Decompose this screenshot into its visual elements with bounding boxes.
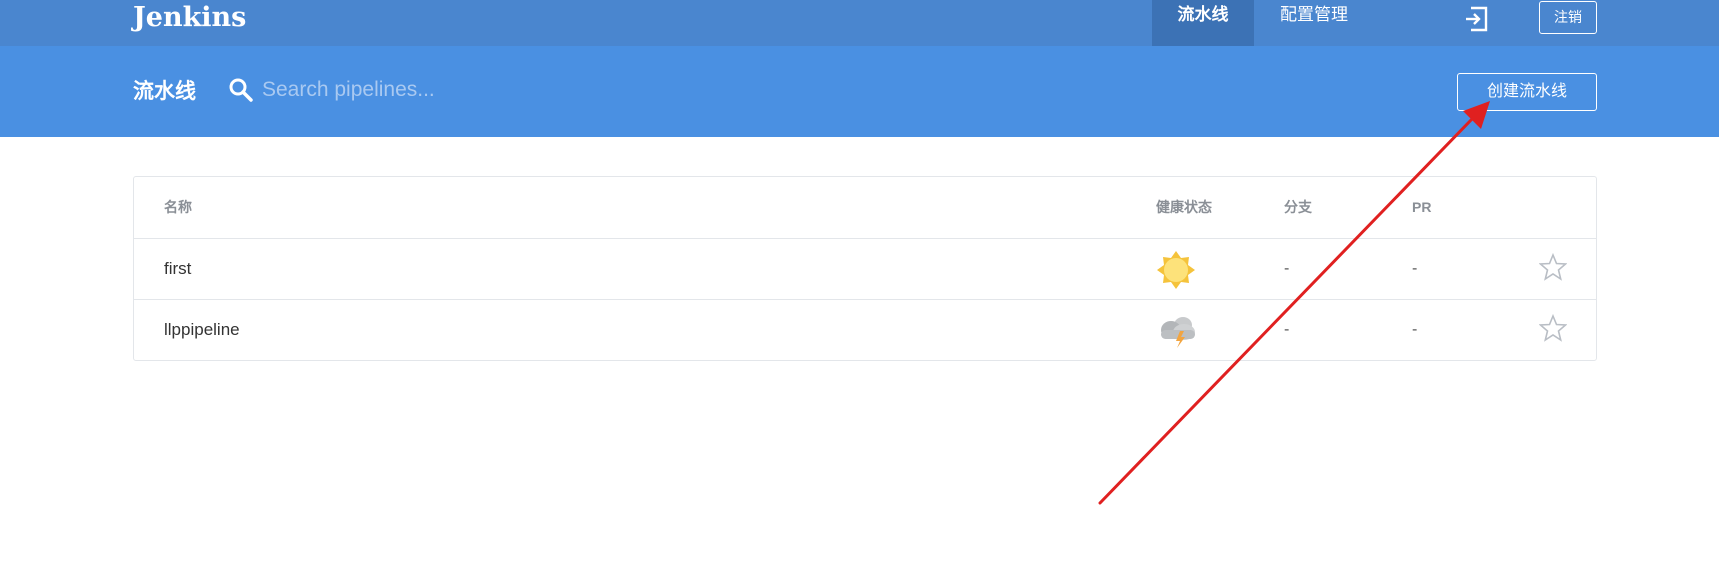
branch-count: - (1284, 260, 1290, 277)
pipeline-name-link[interactable]: llppipeline (164, 300, 240, 360)
table-row[interactable]: llppipeline - - (134, 299, 1596, 360)
table-row[interactable]: first - - (134, 238, 1596, 299)
top-navigation-bar: Jenkins 流水线 配置管理 注销 (0, 0, 1719, 46)
logout-icon[interactable] (1462, 4, 1492, 34)
search-input[interactable] (262, 73, 602, 107)
sunny-icon (1157, 251, 1195, 289)
branch-count: - (1284, 321, 1290, 338)
pr-count: - (1412, 260, 1418, 277)
column-header-branches[interactable]: 分支 (1284, 177, 1312, 237)
stormy-icon (1161, 317, 1195, 348)
page-header: 流水线 创建流水线 (0, 46, 1719, 137)
column-header-health[interactable]: 健康状态 (1156, 177, 1212, 237)
column-header-pr[interactable]: PR (1412, 177, 1431, 237)
table-header-row: 名称 健康状态 分支 PR (134, 177, 1596, 238)
page-title: 流水线 (133, 80, 196, 103)
pr-count: - (1412, 321, 1418, 338)
tab-configuration[interactable]: 配置管理 (1270, 0, 1390, 46)
tab-pipelines[interactable]: 流水线 (1152, 0, 1254, 46)
favorite-star-icon[interactable] (1539, 253, 1567, 281)
pipelines-table: 名称 健康状态 分支 PR first - - llppipeline - - (133, 176, 1597, 361)
jenkins-logo[interactable]: Jenkins (133, 0, 246, 40)
favorite-star-icon[interactable] (1539, 314, 1567, 342)
create-pipeline-button[interactable]: 创建流水线 (1457, 73, 1597, 111)
pipeline-name-link[interactable]: first (164, 239, 191, 299)
column-header-name[interactable]: 名称 (164, 177, 192, 237)
search-icon (229, 78, 253, 102)
logout-button[interactable]: 注销 (1539, 1, 1597, 34)
